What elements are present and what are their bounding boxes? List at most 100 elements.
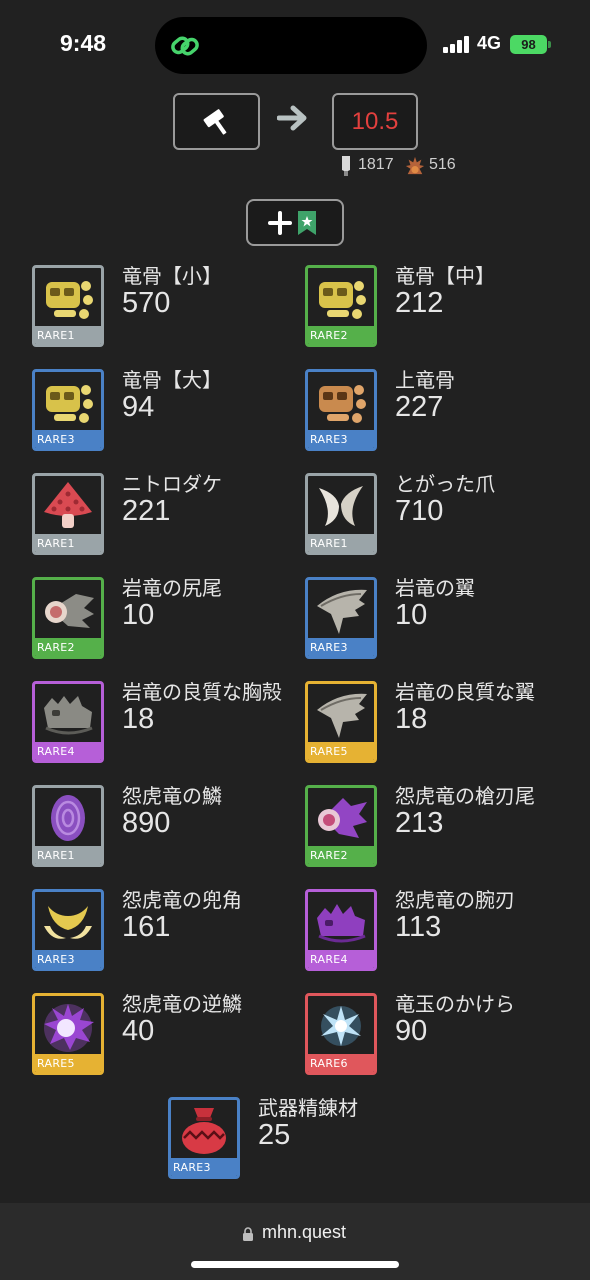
material-item[interactable]: RARE5 怨虎竜の逆鱗 40	[32, 992, 302, 1079]
material-item[interactable]: RARE1 ニトロダケ 221	[32, 472, 302, 559]
material-item[interactable]: RARE3 武器精錬材 25	[168, 1096, 438, 1183]
item-count: 890	[122, 807, 171, 839]
browser-url-bar[interactable]: mhn.quest	[0, 1203, 590, 1280]
material-item[interactable]: RARE5 岩竜の良質な翼 18	[305, 680, 575, 767]
material-item[interactable]: RARE6 竜玉のかけら 90	[305, 992, 575, 1079]
rarity-label: RARE4	[308, 950, 374, 968]
rarity-label: RARE3	[35, 950, 101, 968]
item-name: 怨虎竜の槍刃尾	[395, 784, 535, 808]
dragon-bone-icon	[46, 281, 93, 319]
item-thumbnail: RARE1	[32, 473, 104, 555]
rarity-label: RARE6	[308, 1054, 374, 1072]
item-thumbnail: RARE1	[305, 473, 377, 555]
item-count: 40	[122, 1015, 155, 1047]
item-count: 10	[122, 599, 155, 631]
item-name: 岩竜の翼	[395, 576, 475, 600]
item-count: 570	[122, 287, 171, 319]
item-name: 岩竜の良質な胸殻	[122, 680, 282, 704]
link-icon	[171, 36, 199, 56]
material-item[interactable]: RARE4 怨虎竜の腕刃 113	[305, 888, 575, 975]
tail-icon	[45, 594, 94, 628]
rarity-label: RARE5	[308, 742, 374, 760]
item-thumbnail: RARE6	[305, 993, 377, 1075]
material-item[interactable]: RARE3 怨虎竜の兜角 161	[32, 888, 302, 975]
item-name: とがった爪	[395, 472, 495, 496]
network-type: 4G	[477, 33, 502, 53]
wing-icon	[317, 693, 367, 738]
material-item[interactable]: RARE3 岩竜の翼 10	[305, 576, 575, 663]
dragon-bone-icon	[46, 385, 93, 423]
plus-icon	[268, 211, 292, 235]
item-thumbnail: RARE3	[32, 369, 104, 451]
material-item[interactable]: RARE3 上竜骨 227	[305, 368, 575, 455]
sharpness-icon	[342, 156, 350, 176]
item-thumbnail: RARE2	[305, 265, 377, 347]
rarity-label: RARE4	[35, 742, 101, 760]
bookmark-star-icon	[298, 211, 316, 235]
arrow-right-icon	[277, 105, 307, 131]
material-item[interactable]: RARE2 怨虎竜の槍刃尾 213	[305, 784, 575, 871]
tail-icon	[318, 798, 367, 838]
add-favorite-button[interactable]	[246, 199, 344, 246]
item-thumbnail: RARE3	[32, 889, 104, 971]
rarity-label: RARE5	[35, 1054, 101, 1072]
rarity-label: RARE1	[308, 534, 374, 552]
item-name: 竜骨【小】	[122, 264, 222, 288]
item-count: 710	[395, 495, 444, 527]
item-thumbnail: RARE2	[32, 577, 104, 659]
item-count: 221	[122, 495, 171, 527]
item-thumbnail: RARE1	[32, 785, 104, 867]
item-name: 岩竜の尻尾	[122, 576, 222, 600]
dragon-bone-icon	[319, 281, 366, 319]
item-name: 武器精錬材	[258, 1096, 358, 1120]
gem-icon	[44, 1004, 94, 1052]
wing-icon	[317, 589, 367, 634]
home-indicator[interactable]	[191, 1261, 399, 1268]
item-name: ニトロダケ	[122, 472, 222, 496]
rarity-label: RARE3	[308, 638, 374, 656]
item-count: 213	[395, 807, 444, 839]
status-time: 9:48	[60, 30, 107, 56]
material-item[interactable]: RARE1 竜骨【小】 570	[32, 264, 302, 351]
orb-icon	[321, 1006, 361, 1046]
item-count: 18	[395, 703, 428, 735]
item-thumbnail: RARE5	[305, 681, 377, 763]
item-name: 竜骨【大】	[122, 368, 222, 392]
item-name: 岩竜の良質な翼	[395, 680, 535, 704]
item-thumbnail: RARE5	[32, 993, 104, 1075]
material-item[interactable]: RARE1 とがった爪 710	[305, 472, 575, 559]
lock-icon	[243, 1227, 253, 1241]
item-count: 10	[395, 599, 428, 631]
material-item[interactable]: RARE1 怨虎竜の鱗 890	[32, 784, 302, 871]
scale-icon	[51, 795, 85, 841]
material-item[interactable]: RARE4 岩竜の良質な胸殻 18	[32, 680, 302, 767]
material-item[interactable]: RARE2 竜骨【中】 212	[305, 264, 575, 351]
rarity-label: RARE3	[171, 1158, 237, 1176]
rarity-label: RARE3	[35, 430, 101, 448]
item-count: 18	[122, 703, 155, 735]
item-name: 竜玉のかけら	[395, 992, 515, 1016]
zenny-value: 516	[429, 156, 456, 173]
item-count: 212	[395, 287, 444, 319]
item-name: 怨虎竜の腕刃	[395, 888, 515, 912]
item-thumbnail: RARE3	[305, 369, 377, 451]
url-text[interactable]: mhn.quest	[262, 1222, 346, 1243]
hammer-icon	[203, 109, 227, 135]
weapon-slot[interactable]	[173, 93, 260, 150]
dynamic-island	[155, 17, 427, 74]
item-thumbnail: RARE3	[305, 577, 377, 659]
bag-icon	[182, 1108, 226, 1154]
item-thumbnail: RARE2	[305, 785, 377, 867]
item-count: 90	[395, 1015, 428, 1047]
claw-icon	[319, 486, 363, 526]
item-name: 上竜骨	[395, 368, 455, 392]
sharpness-value: 1817	[358, 156, 394, 173]
flame-icon	[405, 156, 425, 175]
item-count: 161	[122, 911, 171, 943]
item-thumbnail: RARE4	[32, 681, 104, 763]
battery-indicator: 98	[510, 35, 551, 54]
rarity-label: RARE1	[35, 846, 101, 864]
material-item[interactable]: RARE2 岩竜の尻尾 10	[32, 576, 302, 663]
material-item[interactable]: RARE3 竜骨【大】 94	[32, 368, 302, 455]
status-bar: 9:48 4G 98	[0, 0, 590, 90]
